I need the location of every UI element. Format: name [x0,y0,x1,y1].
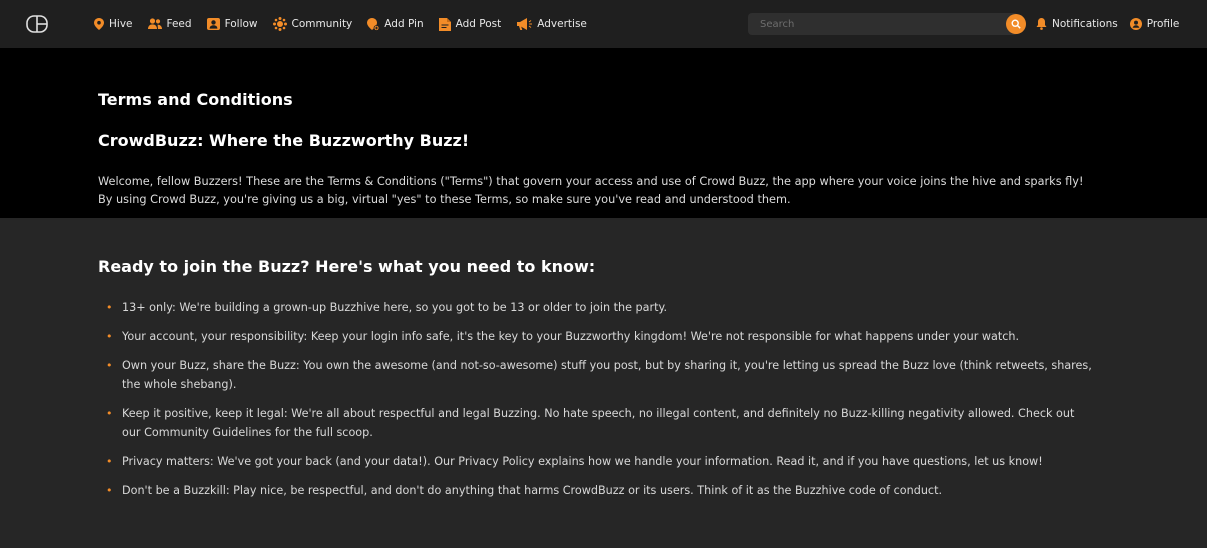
nav-item-follow[interactable]: Follow [206,18,258,30]
bullet-icon: • [106,455,113,468]
add-post-icon [438,17,451,31]
bullet-icon: • [106,359,113,372]
nav-item-label: Add Post [455,18,502,30]
bullet-icon: • [106,407,113,420]
search-input[interactable] [748,13,1018,35]
rule-text: Own your Buzz, share the Buzz: You own t… [122,359,1092,391]
profile-label: Profile [1146,18,1180,30]
intro-paragraph: Welcome, fellow Buzzers! These are the T… [98,175,1084,206]
map-pin-icon [94,18,104,30]
profile-icon [1129,18,1142,30]
nav-item-label: Follow [224,18,258,30]
nav-item-community[interactable]: Community [272,17,353,31]
bullet-icon: • [106,484,113,497]
nav-item-add-post[interactable]: Add Post [438,17,502,31]
list-item: • Your account, your responsibility: Keep… [106,327,1096,346]
terms-header: Terms and Conditions CrowdBuzz: Where th… [0,48,1207,218]
search-button[interactable] [1006,14,1026,34]
users-icon [147,18,162,29]
follow-icon [206,18,220,30]
bullet-icon: • [106,330,113,343]
rule-text: Your account, your responsibility: Keep … [122,330,1020,343]
page-subtitle: CrowdBuzz: Where the Buzzworthy Buzz! [98,131,470,150]
list-item: • Privacy matters: We've got your back (a… [106,452,1096,471]
nav-right-items: Notifications Profile [1036,0,1191,48]
notifications-button[interactable]: Notifications [1036,18,1118,30]
megaphone-icon [517,18,533,30]
top-navbar: Hive Feed Follow Community Add Pin Add P… [0,0,1207,48]
nav-item-advertise[interactable]: Advertise [516,18,587,30]
nav-items: Hive Feed Follow Community Add Pin Add P… [94,0,602,48]
rule-text: Privacy matters: We've got your back (an… [122,455,1043,468]
list-item: • 13+ only: We're building a grown-up Buz… [106,298,1096,317]
list-item: • Own your Buzz, share the Buzz: You own … [106,356,1096,394]
rule-text: 13+ only: We're building a grown-up Buzz… [122,301,668,314]
nav-item-feed[interactable]: Feed [147,18,192,30]
crowdbuzz-logo-icon[interactable] [26,15,48,33]
community-icon [272,17,287,31]
nav-item-label: Hive [109,18,133,30]
rules-list: • 13+ only: We're building a grown-up Buz… [106,298,1096,510]
list-item: • Don't be a Buzzkill: Play nice, be resp… [106,481,1096,500]
list-item: • Keep it positive, keep it legal: We're … [106,404,1096,442]
nav-item-hive[interactable]: Hive [94,18,133,30]
section-heading: Ready to join the Buzz? Here's what you … [98,257,596,276]
bell-icon [1036,18,1047,30]
nav-item-label: Advertise [537,18,587,30]
nav-item-label: Community [291,18,353,30]
page-title: Terms and Conditions [98,90,293,109]
nav-item-add-pin[interactable]: Add Pin [367,17,424,31]
rule-text: Don't be a Buzzkill: Play nice, be respe… [122,484,943,497]
nav-item-label: Feed [166,18,192,30]
add-pin-icon [367,17,380,31]
notifications-label: Notifications [1052,18,1118,30]
profile-button[interactable]: Profile [1129,18,1180,30]
bullet-icon: • [106,301,113,314]
rule-text: Keep it positive, keep it legal: We're a… [122,407,1075,439]
nav-item-label: Add Pin [384,18,424,30]
search-icon [1011,19,1021,29]
